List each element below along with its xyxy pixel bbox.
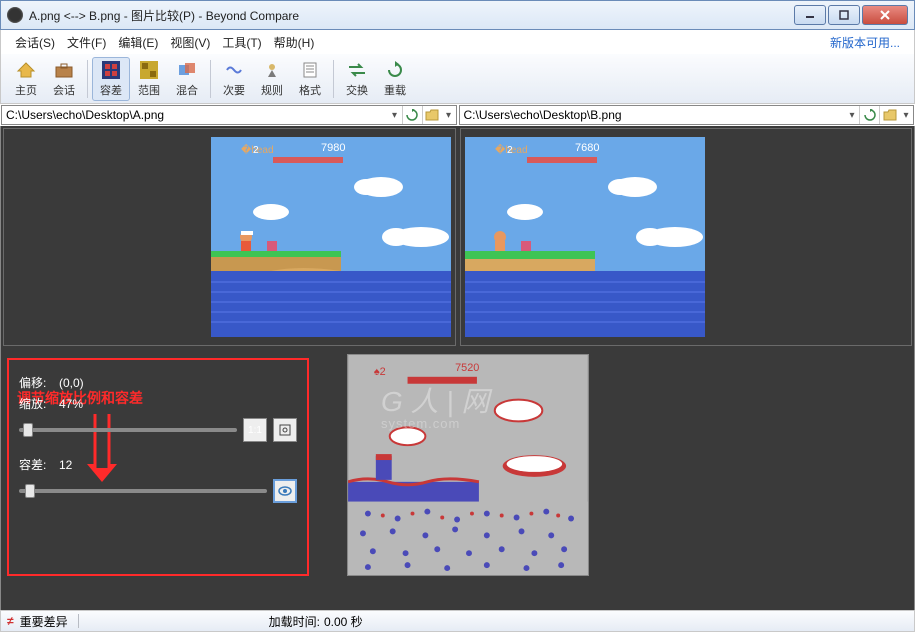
tool-secondary[interactable]: 次要 [215,57,253,101]
svg-text:7520: 7520 [455,362,479,374]
left-image-thumb: �head 2 7980 [211,137,451,337]
path-right-browse-dd[interactable]: ▾ [899,110,913,121]
home-icon [16,60,36,80]
svg-text:♠2: ♠2 [374,366,386,378]
path-left-dropdown[interactable]: ▾ [388,110,402,121]
right-image-panel[interactable]: �head 2 7680 [460,128,913,346]
path-left-browse-dd[interactable]: ▾ [442,110,456,121]
tool-rules[interactable]: 规则 [253,57,291,101]
offset-value: (0,0) [59,376,84,390]
load-time-value: 0.00 秒 [324,613,363,630]
toolbar: 主页 会话 容差 范围 混合 次要 规则 格式 交换 重载 [0,54,915,104]
path-right: ▾ ▾ [459,105,915,125]
tolerance-label: 容差: [19,456,59,473]
workspace: �head 2 7980 [0,126,915,610]
range-icon [139,60,159,80]
right-image-thumb: �head 2 7680 [465,137,705,337]
tolerance-slider[interactable] [19,489,267,493]
path-row: ▾ ▾ ▾ ▾ [0,104,915,126]
zoom-value: 47% [59,397,83,411]
load-time-label: 加载时间: [269,613,320,630]
rules-icon [262,60,282,80]
diff-panel[interactable]: ♠2 7520 [317,354,912,580]
tool-sessions[interactable]: 会话 [45,57,83,101]
controls-panel: 偏移:(0,0) 缩放:47% 1:1 容差:12 [3,354,313,580]
zoom-actual-button[interactable]: 1:1 [243,418,267,442]
path-left-refresh[interactable] [402,106,422,124]
diff-status-icon: ≠ [7,614,14,628]
svg-text:7680: 7680 [575,142,599,154]
minimize-button[interactable] [794,5,826,25]
menu-edit[interactable]: 编辑(E) [112,31,164,54]
tool-tolerance[interactable]: 容差 [92,57,130,101]
blend-icon [177,60,197,80]
menu-file[interactable]: 文件(F) [61,31,112,54]
menubar: 会话(S) 文件(F) 编辑(E) 视图(V) 工具(T) 帮助(H) 新版本可… [0,30,915,54]
offset-label: 偏移: [19,374,59,391]
tolerance-preview-button[interactable] [273,479,297,503]
app-icon [7,7,23,23]
tool-home[interactable]: 主页 [7,57,45,101]
secondary-icon [224,60,244,80]
statusbar: ≠ 重要差异 加载时间: 0.00 秒 [0,610,915,632]
path-right-input[interactable] [460,106,846,124]
tool-blend[interactable]: 混合 [168,57,206,101]
svg-text:7980: 7980 [321,142,345,154]
zoom-slider[interactable] [19,428,237,432]
tolerance-icon [101,60,121,80]
update-link[interactable]: 新版本可用... [824,31,906,54]
path-left: ▾ ▾ [1,105,457,125]
path-left-browse[interactable] [422,106,442,124]
swap-icon [347,60,367,80]
tolerance-value: 12 [59,458,72,472]
reload-icon [385,60,405,80]
path-right-browse[interactable] [879,106,899,124]
tool-swap[interactable]: 交换 [338,57,376,101]
menu-view[interactable]: 视图(V) [164,31,216,54]
tool-format[interactable]: 格式 [291,57,329,101]
diff-image-thumb: ♠2 7520 [347,354,589,576]
diff-status-label: 重要差异 [20,613,68,630]
zoom-label: 缩放: [19,395,59,412]
briefcase-icon [54,60,74,80]
path-left-input[interactable] [2,106,388,124]
menu-session[interactable]: 会话(S) [9,31,61,54]
left-image-panel[interactable]: �head 2 7980 [3,128,456,346]
tool-range[interactable]: 范围 [130,57,168,101]
zoom-fit-button[interactable] [273,418,297,442]
svg-text:2: 2 [507,145,513,156]
path-right-dropdown[interactable]: ▾ [845,110,859,121]
path-right-refresh[interactable] [859,106,879,124]
tool-reload[interactable]: 重载 [376,57,414,101]
menu-help[interactable]: 帮助(H) [268,31,321,54]
close-button[interactable] [862,5,908,25]
window-title: A.png <--> B.png - 图片比较(P) - Beyond Comp… [29,7,792,24]
format-icon [300,60,320,80]
menu-tools[interactable]: 工具(T) [216,31,267,54]
maximize-button[interactable] [828,5,860,25]
titlebar: A.png <--> B.png - 图片比较(P) - Beyond Comp… [0,0,915,30]
svg-text:2: 2 [253,145,259,156]
annotation-highlight-box: 偏移:(0,0) 缩放:47% 1:1 容差:12 [7,358,309,576]
